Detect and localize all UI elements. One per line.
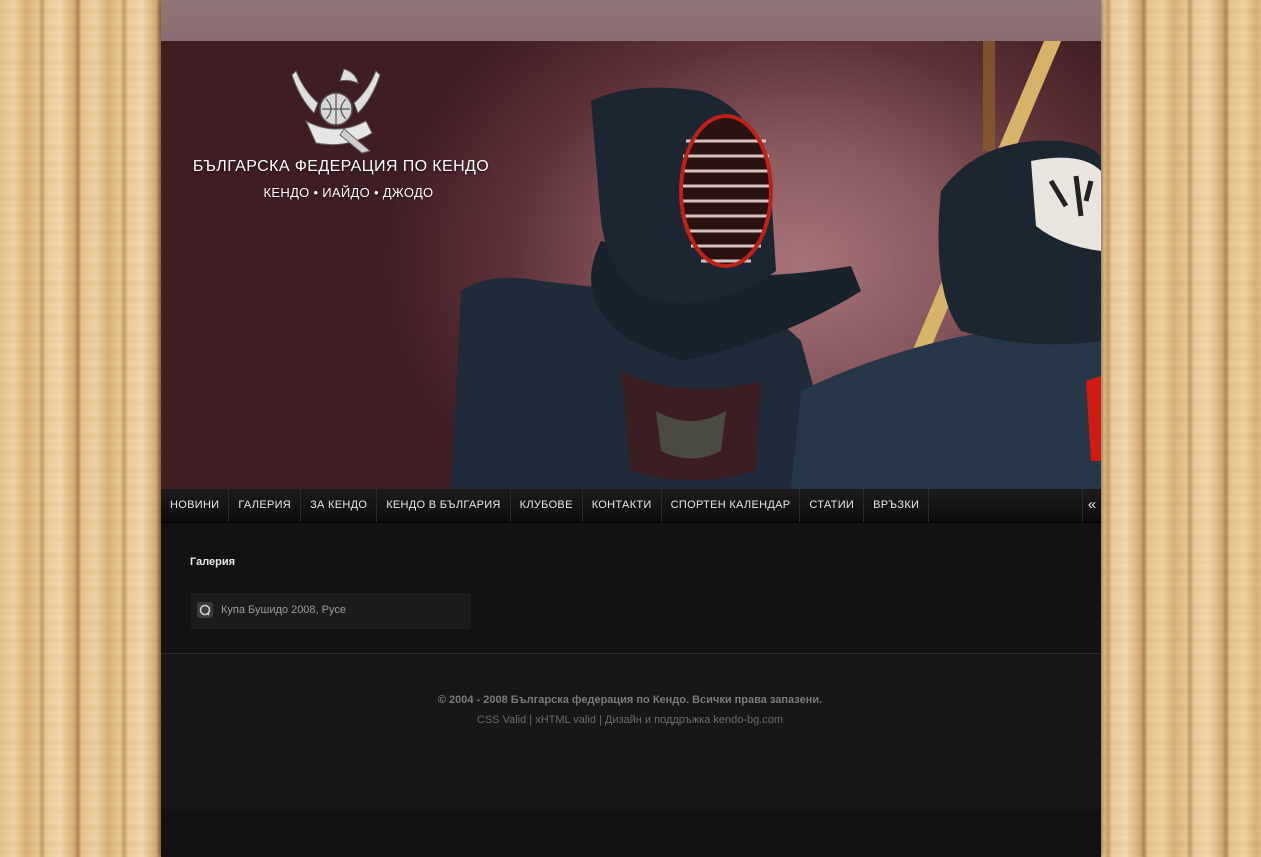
nav-item-clubs[interactable]: КЛУБОВЕ xyxy=(511,489,583,522)
federation-logo[interactable]: БЪЛГАРСКА ФЕДЕРАЦИЯ ПО КЕНДО КЕНДО • ИАЙ… xyxy=(181,63,501,213)
logo-title: БЪЛГАРСКА ФЕДЕРАЦИЯ ПО КЕНДО xyxy=(192,158,490,175)
nav-item-contacts[interactable]: КОНТАКТИ xyxy=(583,489,662,522)
nav-item-kendo-in-bulgaria[interactable]: КЕНДО В БЪЛГАРИЯ xyxy=(377,489,511,522)
top-bar xyxy=(161,0,1101,41)
css-valid-link[interactable]: CSS Valid xyxy=(477,714,526,726)
design-credit-link[interactable]: Дизайн и поддръжка kendo-bg.com xyxy=(605,714,783,726)
nav-item-gallery[interactable]: ГАЛЕРИЯ xyxy=(229,489,302,522)
nav-item-sport-calendar[interactable]: СПОРТЕН КАЛЕНДАР xyxy=(662,489,801,522)
header-banner: БЪЛГАРСКА ФЕДЕРАЦИЯ ПО КЕНДО КЕНДО • ИАЙ… xyxy=(161,41,1101,489)
separator: | xyxy=(595,714,605,726)
logo-subtitle: КЕНДО • ИАЙДО • ДЖОДО xyxy=(263,185,434,200)
page-title: Галерия xyxy=(190,556,236,568)
collapse-menu-icon[interactable]: « xyxy=(1082,489,1101,522)
main-navigation: НОВИНИ ГАЛЕРИЯ ЗА КЕНДО КЕНДО В БЪЛГАРИЯ… xyxy=(161,489,1101,523)
page-container: БЪЛГАРСКА ФЕДЕРАЦИЯ ПО КЕНДО КЕНДО • ИАЙ… xyxy=(161,0,1101,857)
footer-links: CSS Valid | xHTML valid | Дизайн и поддр… xyxy=(161,714,1099,726)
page-bottom xyxy=(161,809,1101,857)
xhtml-valid-link[interactable]: xHTML valid xyxy=(535,714,596,726)
separator: | xyxy=(526,714,536,726)
nav-item-news[interactable]: НОВИНИ xyxy=(161,489,230,522)
kabuto-helmet-icon xyxy=(291,68,381,154)
nav-item-articles[interactable]: СТАТИИ xyxy=(800,489,865,522)
nav-item-about-kendo[interactable]: ЗА КЕНДО xyxy=(301,489,378,522)
gallery-album-label: Купа Бушидо 2008, Русе xyxy=(221,604,346,616)
footer: © 2004 - 2008 Българска федерация по Кен… xyxy=(161,654,1101,809)
main-content: Галерия Купа Бушидо 2008, Русе xyxy=(161,523,1101,654)
copyright-text: © 2004 - 2008 Българска федерация по Кен… xyxy=(437,694,823,706)
gallery-album-item[interactable]: Купа Бушидо 2008, Русе xyxy=(191,593,471,629)
album-icon xyxy=(197,602,213,618)
nav-item-links[interactable]: ВРЪЗКИ xyxy=(864,489,930,522)
